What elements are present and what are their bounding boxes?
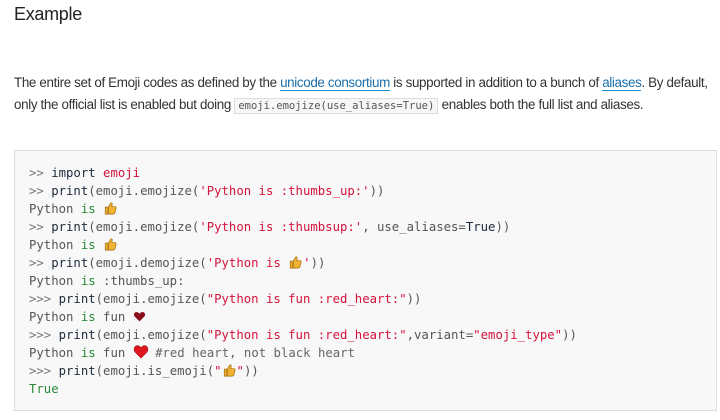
code-text: Python — [29, 274, 81, 288]
code-line: Python is — [29, 236, 577, 254]
code-text: Python — [29, 238, 81, 252]
code-text: )) — [495, 220, 511, 234]
code-text: , use_aliases= — [362, 220, 466, 234]
code-line: Python is :thumbs_up: — [29, 272, 577, 290]
keyword: print — [58, 328, 96, 342]
string-literal: " — [236, 364, 244, 378]
code-line: >>> print(emoji.emojize("Python is fun :… — [29, 290, 577, 308]
string-literal: "Python is fun :red_heart:" — [206, 292, 407, 306]
code-text: )) — [369, 184, 385, 198]
code-text: (emoji.emojize( — [88, 184, 200, 198]
code-line: >> print(emoji.emojize('Python is :thumb… — [29, 182, 577, 200]
code-line: >> print(emoji.emojize('Python is :thumb… — [29, 218, 577, 236]
code-text: (emoji.emojize( — [95, 292, 207, 306]
keyword: print — [58, 364, 96, 378]
section-heading: Example — [14, 4, 82, 24]
code-text: fun — [95, 310, 133, 324]
prompt: >>> — [29, 292, 59, 306]
keyword-green: is — [80, 346, 96, 360]
thumbs-up-emoji-icon — [288, 255, 303, 269]
text: The entire set of Emoji codes as defined… — [14, 75, 281, 91]
code-text: ,variant= — [406, 328, 474, 342]
text: is supported in addition to a bunch of — [389, 75, 603, 91]
keyword-green: True — [29, 382, 59, 396]
code-text: (emoji.emojize( — [95, 328, 207, 342]
code-text: (emoji.demojize( — [88, 256, 207, 270]
keyword: print — [51, 184, 89, 198]
prompt: >> — [29, 220, 52, 234]
aliases-link[interactable]: aliases — [602, 75, 642, 92]
code-content: >> import emoji >> print(emoji.emojize('P… — [29, 164, 577, 398]
module-name: emoji — [103, 166, 141, 180]
code-text: )) — [406, 292, 422, 306]
code-line: >> print(emoji.demojize('Python is ')) — [29, 254, 577, 272]
thumbs-up-emoji-icon — [222, 363, 237, 377]
code-line: True — [29, 380, 577, 398]
prompt: >> — [29, 256, 52, 270]
dark-heart-emoji-icon — [133, 310, 148, 324]
inline-code: emoji.emojize(use_aliases=True) — [234, 97, 439, 114]
comment: #red heart, not black heart — [147, 346, 355, 360]
keyword: import — [51, 166, 96, 180]
code-text: (emoji.emojize( — [88, 220, 200, 234]
prompt: >> — [29, 184, 52, 198]
keyword: True — [465, 220, 496, 234]
string-literal: 'Python is — [206, 256, 289, 270]
code-text: Python — [29, 346, 81, 360]
string-literal: " — [214, 364, 222, 378]
code-text: )) — [243, 364, 259, 378]
keyword-green: is — [80, 274, 96, 288]
string-literal: "emoji_type" — [473, 328, 563, 342]
code-text: )) — [562, 328, 577, 342]
code-text: (emoji.is_emoji( — [95, 364, 215, 378]
string-literal: 'Python is :thumbsup:' — [199, 220, 363, 234]
code-text: )) — [310, 256, 326, 270]
thumbs-up-emoji-icon — [103, 201, 118, 215]
thumbs-up-emoji-icon — [103, 237, 118, 251]
code-block: >> import emoji >> print(emoji.emojize('P… — [14, 150, 717, 411]
unicode-consortium-link[interactable]: unicode consortium — [280, 75, 390, 92]
red-heart-emoji-icon — [133, 344, 148, 359]
code-text: :thumbs_up: — [95, 274, 185, 288]
code-line: Python is fun — [29, 308, 577, 326]
keyword-green: is — [80, 310, 96, 324]
code-text: Python — [29, 202, 81, 216]
intro-paragraph: The entire set of Emoji codes as defined… — [14, 72, 718, 117]
code-line: Python is — [29, 200, 577, 218]
string-literal: "Python is fun :red_heart:" — [206, 328, 407, 342]
code-text: Python — [29, 310, 81, 324]
text: enables both the full list and aliases. — [438, 96, 644, 112]
code-line: Python is fun #red heart, not black hear… — [29, 344, 577, 362]
code-line: >>> print(emoji.is_emoji(" ")) — [29, 362, 577, 380]
string-literal: ' — [303, 256, 311, 270]
code-line: >> import emoji — [29, 164, 577, 182]
keyword: print — [51, 256, 89, 270]
code-text: fun — [95, 346, 133, 360]
prompt: >> — [29, 166, 52, 180]
keyword: print — [51, 220, 89, 234]
prompt: >>> — [29, 364, 59, 378]
keyword: print — [58, 292, 96, 306]
code-line: >>> print(emoji.emojize("Python is fun :… — [29, 326, 577, 344]
keyword-green: is — [80, 238, 96, 252]
keyword-green: is — [80, 202, 96, 216]
prompt: >>> — [29, 328, 59, 342]
string-literal: 'Python is :thumbs_up:' — [199, 184, 370, 198]
